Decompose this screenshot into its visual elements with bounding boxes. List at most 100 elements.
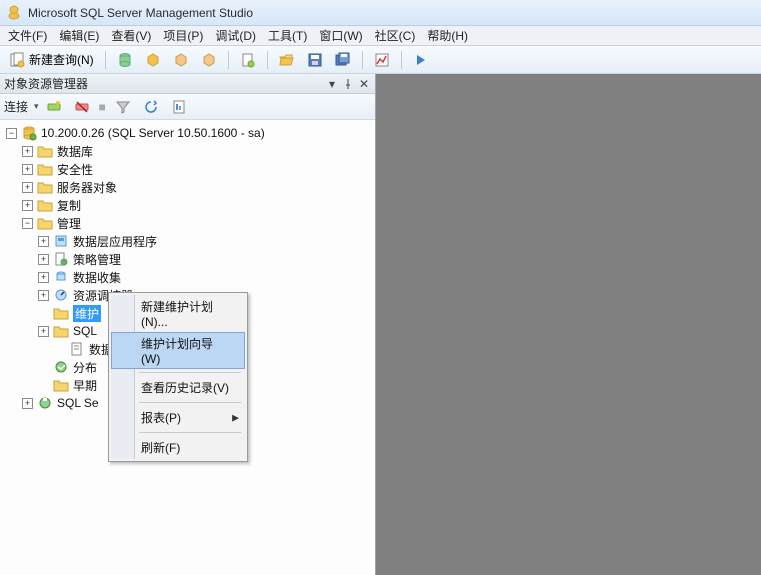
- panel-toolbar: 连接▾ ■: [0, 94, 375, 120]
- log-icon: [69, 341, 85, 357]
- dropdown-icon[interactable]: ▾: [325, 77, 339, 91]
- new-query-icon: [9, 52, 25, 68]
- database-green-icon: [117, 52, 133, 68]
- no-expander: [38, 362, 49, 373]
- cm-reports[interactable]: 报表(P) ▶: [111, 406, 245, 429]
- menubar: 文件(F) 编辑(E) 查看(V) 项目(P) 调试(D) 工具(T) 窗口(W…: [0, 26, 761, 46]
- connect-button[interactable]: [41, 96, 67, 118]
- cm-plan-wizard[interactable]: 维护计划向导(W): [111, 332, 245, 369]
- toolbar-activity[interactable]: [369, 49, 395, 71]
- tree-label: 分布: [73, 359, 97, 376]
- tree-label: 策略管理: [73, 251, 121, 268]
- cm-label: 查看历史记录(V): [141, 381, 229, 395]
- no-expander: [38, 308, 49, 319]
- tree-replication[interactable]: +复制: [2, 196, 373, 214]
- expand-icon[interactable]: +: [38, 254, 49, 265]
- menu-view[interactable]: 查看(V): [105, 25, 157, 46]
- toolbar-btn-5[interactable]: [235, 49, 261, 71]
- expand-icon[interactable]: +: [22, 146, 33, 157]
- cm-label: 报表(P): [141, 411, 181, 425]
- collapse-icon[interactable]: −: [22, 218, 33, 229]
- cm-refresh[interactable]: 刷新(F): [111, 436, 245, 459]
- toolbar-btn-1[interactable]: [112, 49, 138, 71]
- toolbar-open[interactable]: [274, 49, 300, 71]
- folder-icon: [53, 305, 69, 321]
- expand-icon[interactable]: +: [38, 236, 49, 247]
- menu-project[interactable]: 项目(P): [157, 25, 209, 46]
- tree-policy[interactable]: + 策略管理: [2, 250, 373, 268]
- datatier-icon: [53, 233, 69, 249]
- tree-label: 早期: [73, 377, 97, 394]
- new-query-button[interactable]: 新建查询(N): [4, 48, 99, 71]
- toolbar-btn-3[interactable]: [168, 49, 194, 71]
- tree-data-collection[interactable]: + 数据收集: [2, 268, 373, 286]
- tree-security[interactable]: +安全性: [2, 160, 373, 178]
- report-button[interactable]: [166, 96, 192, 118]
- tree-label: 维护: [73, 305, 101, 322]
- toolbar-btn-2[interactable]: [140, 49, 166, 71]
- cm-separator: [139, 432, 241, 433]
- tree-server-objects[interactable]: +服务器对象: [2, 178, 373, 196]
- cube-icon: [145, 52, 161, 68]
- expand-icon[interactable]: +: [38, 290, 49, 301]
- refresh-button[interactable]: [138, 96, 164, 118]
- expand-icon[interactable]: +: [38, 272, 49, 283]
- close-icon[interactable]: ✕: [357, 77, 371, 91]
- expand-icon[interactable]: +: [22, 200, 33, 211]
- tree-management[interactable]: − 管理: [2, 214, 373, 232]
- save-all-icon: [335, 52, 351, 68]
- agent-icon: [37, 395, 53, 411]
- save-icon: [307, 52, 323, 68]
- object-tree[interactable]: − 10.200.0.26 (SQL Server 10.50.1600 - sa…: [0, 120, 375, 416]
- cm-label: 维护计划向导(W): [141, 337, 213, 366]
- panel-header: 对象资源管理器 ▾ ✕: [0, 74, 375, 94]
- no-expander: [38, 380, 49, 391]
- menu-help[interactable]: 帮助(H): [421, 25, 474, 46]
- tree-label: 10.200.0.26 (SQL Server 10.50.1600 - sa): [41, 126, 265, 140]
- menu-file[interactable]: 文件(F): [2, 25, 53, 46]
- menu-edit[interactable]: 编辑(E): [53, 25, 105, 46]
- toolbar-btn-4[interactable]: [196, 49, 222, 71]
- main-area: 对象资源管理器 ▾ ✕ 连接▾ ■ −10.200.0.26 (SQL Serv…: [0, 74, 761, 575]
- expand-icon[interactable]: +: [38, 326, 49, 337]
- toolbar-save[interactable]: [302, 49, 328, 71]
- filter-icon: [115, 99, 131, 115]
- toolbar-separator: [362, 51, 363, 69]
- disconnect-button[interactable]: [69, 96, 95, 118]
- chevron-right-icon: ▶: [232, 412, 239, 423]
- folder-icon: [37, 197, 53, 213]
- toolbar-separator: [401, 51, 402, 69]
- toolbar-saveall[interactable]: [330, 49, 356, 71]
- cm-label: 新建维护计划(N)...: [141, 300, 213, 329]
- tree-databases[interactable]: +数据库: [2, 142, 373, 160]
- expand-icon[interactable]: +: [22, 398, 33, 409]
- cm-new-plan[interactable]: 新建维护计划(N)...: [111, 295, 245, 332]
- toolbar-separator: [105, 51, 106, 69]
- menu-window[interactable]: 窗口(W): [313, 25, 368, 46]
- tree-label: 管理: [57, 215, 81, 232]
- connect-icon: [46, 99, 62, 115]
- expand-icon[interactable]: +: [22, 164, 33, 175]
- tree-label: SQL Se: [57, 396, 99, 410]
- cm-view-history[interactable]: 查看历史记录(V): [111, 376, 245, 399]
- tree-label: 数据收集: [73, 269, 121, 286]
- toolbar-next[interactable]: [408, 49, 434, 71]
- cm-label: 刷新(F): [141, 441, 180, 455]
- app-icon: [6, 5, 22, 21]
- panel-tb-sep: ■: [97, 100, 108, 114]
- disconnect-icon: [74, 99, 90, 115]
- connect-label: 连接: [4, 98, 28, 115]
- pin-icon[interactable]: [341, 77, 355, 91]
- expand-icon[interactable]: +: [22, 182, 33, 193]
- tree-server-node[interactable]: − 10.200.0.26 (SQL Server 10.50.1600 - sa…: [2, 124, 373, 142]
- tree-data-tier[interactable]: +数据层应用程序: [2, 232, 373, 250]
- toolbar: 新建查询(N): [0, 46, 761, 74]
- no-expander: [54, 344, 65, 355]
- menu-debug[interactable]: 调试(D): [209, 25, 262, 46]
- filter-button[interactable]: [110, 96, 136, 118]
- report-icon: [171, 99, 187, 115]
- menu-community[interactable]: 社区(C): [369, 25, 422, 46]
- tree-label: SQL: [73, 324, 97, 338]
- menu-tools[interactable]: 工具(T): [262, 25, 313, 46]
- collapse-icon[interactable]: −: [6, 128, 17, 139]
